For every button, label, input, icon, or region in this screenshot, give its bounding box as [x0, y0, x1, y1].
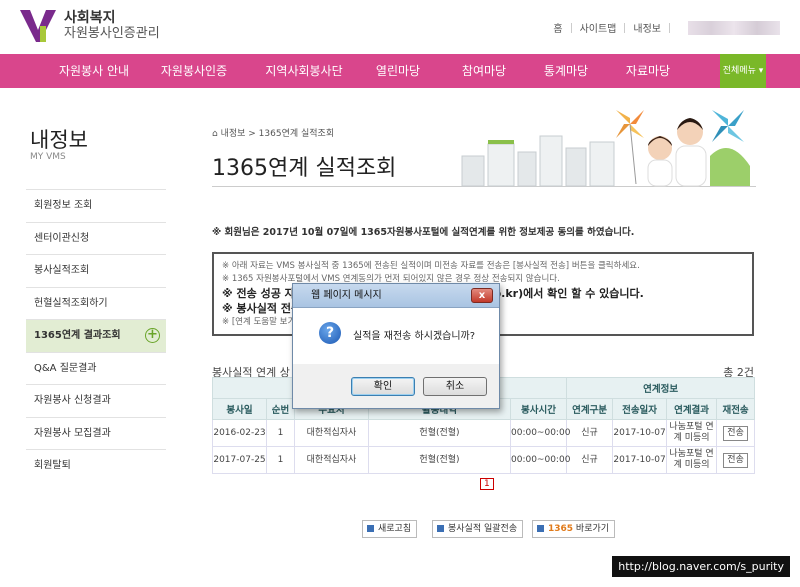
col-header: 재전송 [716, 398, 756, 420]
page-title: 1365연계 실적조회 [212, 156, 397, 181]
resend-button[interactable]: 전송 [723, 425, 748, 441]
breadcrumb: ⌂ 내정보 > 1365연계 실적조회 [212, 129, 335, 139]
sidebar-item-label: 1365연계 결과조회 [34, 330, 121, 341]
close-icon[interactable]: x [471, 288, 493, 303]
divider [570, 22, 572, 33]
bulk-send-label: 봉사실적 일괄전송 [448, 524, 518, 534]
cell: 2017-10-07 [612, 446, 668, 474]
col-header: 전송일자 [612, 398, 668, 420]
bullet-icon [437, 525, 444, 532]
cell: 00:00~00:00 [509, 446, 570, 474]
blurred-username [688, 20, 780, 35]
utility-links: 홈 사이트맵 내정보 [553, 20, 780, 35]
sidebar-item-recruit-results[interactable]: 자원봉사 모집결과 [26, 416, 166, 450]
go-1365-prefix: 1365 [548, 524, 574, 534]
bullet-icon [367, 525, 374, 532]
ok-button[interactable]: 확인 [351, 377, 415, 396]
col-header: 순번 [266, 398, 295, 420]
cancel-button[interactable]: 취소 [423, 377, 487, 396]
sidebar-item-service-records[interactable]: 봉사실적조회 [26, 254, 166, 287]
myinfo-link[interactable]: 내정보 [633, 20, 661, 35]
sidebar-item-1365-results[interactable]: 1365연계 결과조회 + [26, 319, 166, 352]
nav-community-corps[interactable]: 지역사회봉사단 [258, 54, 350, 88]
resend-button[interactable]: 전송 [723, 452, 748, 468]
table-row: 2017-07-25 1 대한적십자사 헌혈(전혈) 00:00~00:00 신… [212, 446, 756, 474]
page-1-link[interactable]: 1 [480, 478, 494, 490]
cell: 2017-07-25 [212, 446, 267, 474]
divider [624, 22, 626, 33]
site-header: 사회복지 자원봉사인증관리 홈 사이트맵 내정보 [0, 0, 800, 54]
sidebar-item-member-info[interactable]: 회원정보 조회 [26, 189, 166, 222]
cell: 대한적십자사 [294, 419, 369, 447]
cell: 전송 [716, 419, 756, 447]
brand-name[interactable]: 사회복지 자원봉사인증관리 [64, 10, 160, 42]
dialog-message: 실적을 재전송 하시겠습니까? [353, 331, 476, 342]
refresh-button[interactable]: 새로고침 [362, 520, 418, 538]
refresh-label: 새로고침 [378, 524, 412, 534]
sidebar-item-apply-results[interactable]: 자원봉사 신청결과 [26, 384, 166, 417]
cell: 헌혈(전혈) [368, 419, 511, 447]
col-header: 봉사시간 [509, 398, 568, 420]
cell: 헌혈(전혈) [368, 446, 511, 474]
bulk-send-button[interactable]: 봉사실적 일괄전송 [432, 520, 524, 538]
sidebar-title: 내정보 [30, 128, 88, 152]
col-header: 연계구분 [566, 398, 614, 420]
cell: 2017-10-07 [612, 419, 668, 447]
dialog-title: 웹 페이지 메시지 [311, 290, 382, 301]
cell: 나눔포털 연계 미등의 [666, 446, 718, 474]
blog-watermark: http://blog.naver.com/s_purity [612, 556, 790, 577]
nav-open-forum[interactable]: 열린마당 [370, 54, 426, 88]
pagination: 1 [476, 478, 498, 490]
nav-participation[interactable]: 참여마당 [456, 54, 512, 88]
cell: 1 [266, 419, 295, 447]
cell: 00:00~00:00 [509, 419, 570, 447]
table-group-header: 연계정보 [566, 377, 756, 399]
brand-line2: 자원봉사인증관리 [64, 26, 160, 41]
cell: 신규 [566, 446, 614, 474]
col-header: 봉사일 [212, 398, 267, 420]
sidebar-item-blood-records[interactable]: 헌혈실적조회하기 [26, 286, 166, 320]
cell: 대한적십자사 [294, 446, 369, 474]
nav-volunteer-cert[interactable]: 자원봉사인증 [156, 54, 232, 88]
go-1365-label: 바로가기 [573, 524, 610, 534]
logo-icon[interactable] [18, 8, 58, 44]
divider [669, 22, 670, 33]
info-line: ※ 아래 자료는 VMS 봉사실적 중 1365에 전송된 실적이며 미전송 자… [222, 261, 640, 271]
nav-statistics[interactable]: 통계마당 [538, 54, 594, 88]
bullet-icon [537, 525, 544, 532]
go-1365-button[interactable]: 1365 바로가기 [532, 520, 616, 538]
question-icon: ? [319, 322, 341, 344]
header-illustration [461, 110, 750, 187]
col-header: 연계결과 [666, 398, 718, 420]
cell: 나눔포털 연계 미등의 [666, 419, 718, 447]
sidebar-subtitle: MY VMS [30, 152, 66, 162]
plus-circle-icon: + [145, 328, 160, 343]
home-link[interactable]: 홈 [553, 20, 562, 35]
dialog-titlebar[interactable]: 웹 페이지 메시지 x [293, 284, 499, 308]
brand-line1: 사회복지 [64, 10, 116, 26]
cell: 전송 [716, 446, 756, 474]
nav-volunteer-guide[interactable]: 자원봉사 안내 [48, 54, 140, 88]
confirm-dialog: 웹 페이지 메시지 x ? 실적을 재전송 하시겠습니까? 확인 취소 [292, 283, 500, 409]
main-nav: 자원봉사 안내 자원봉사인증 지역사회봉사단 열린마당 참여마당 통계마당 자료… [0, 54, 800, 88]
nav-resources[interactable]: 자료마당 [620, 54, 676, 88]
sidebar-item-withdraw[interactable]: 회원탈퇴 [26, 449, 166, 482]
sidebar-item-qna[interactable]: Q&A 질문결과 [26, 351, 166, 385]
consent-notice: ※ 회원님은 2017년 10월 07일에 1365자원봉사포털에 실적연계를 … [212, 227, 635, 238]
sitemap-link[interactable]: 사이트맵 [580, 20, 617, 35]
dialog-body: ? 실적을 재전송 하시겠습니까? [293, 308, 499, 364]
sidebar-menu: 회원정보 조회 센터이관신청 봉사실적조회 헌혈실적조회하기 1365연계 결과… [26, 189, 166, 482]
table-row: 2016-02-23 1 대한적십자사 헌혈(전혈) 00:00~00:00 신… [212, 419, 756, 447]
cell: 1 [266, 446, 295, 474]
cell: 2016-02-23 [212, 419, 267, 447]
all-menu-button[interactable]: 전체메뉴 ▾ [720, 54, 766, 88]
sidebar-item-center-transfer[interactable]: 센터이관신청 [26, 221, 166, 255]
cell: 신규 [566, 419, 614, 447]
